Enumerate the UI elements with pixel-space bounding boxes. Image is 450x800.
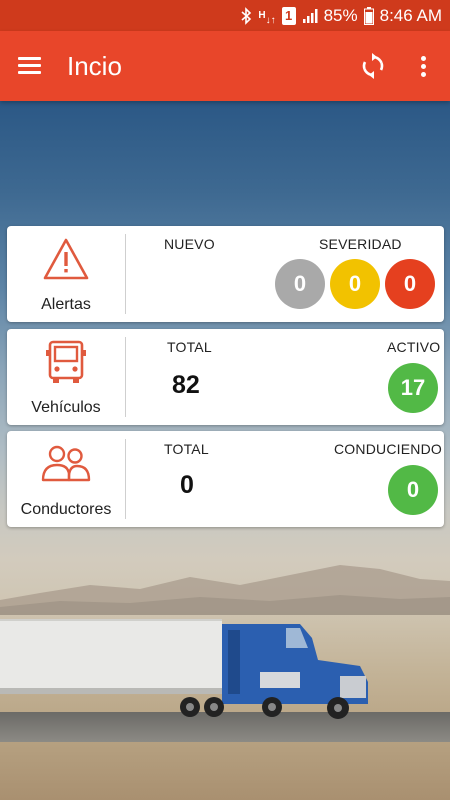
vehicles-card-left: Vehículos bbox=[7, 329, 125, 425]
drivers-total-header: TOTAL bbox=[164, 441, 209, 457]
divider bbox=[125, 234, 126, 314]
vehicles-card[interactable]: Vehículos TOTAL 82 ACTIVO 17 bbox=[7, 329, 444, 425]
drivers-label: Conductores bbox=[20, 501, 112, 518]
new-header: NUEVO bbox=[164, 236, 215, 252]
vehicles-active-header: ACTIVO bbox=[387, 339, 441, 355]
vehicles-total-header: TOTAL bbox=[167, 339, 212, 355]
drivers-driving-header: CONDUCIENDO bbox=[334, 441, 442, 457]
vehicles-total-value: 82 bbox=[172, 371, 200, 399]
divider bbox=[125, 337, 126, 417]
alerts-card-left: Alertas bbox=[7, 226, 125, 322]
refresh-icon[interactable] bbox=[358, 51, 388, 81]
severity-low-badge[interactable]: 0 bbox=[275, 259, 325, 309]
warning-icon bbox=[42, 235, 90, 283]
network-type-icon: H ↓↑ bbox=[258, 10, 276, 26]
severity-header: SEVERIDAD bbox=[319, 236, 402, 252]
bluetooth-icon bbox=[240, 6, 252, 25]
app-bar: Incio bbox=[0, 31, 450, 101]
severity-medium-badge[interactable]: 0 bbox=[330, 259, 380, 309]
drivers-card[interactable]: Conductores TOTAL 0 CONDUCIENDO 0 bbox=[7, 431, 444, 527]
menu-icon[interactable] bbox=[15, 51, 45, 81]
vehicles-active-badge[interactable]: 17 bbox=[388, 363, 438, 413]
battery-icon bbox=[363, 6, 374, 25]
alerts-label: Alertas bbox=[41, 296, 91, 313]
clock: 8:46 AM bbox=[379, 5, 442, 25]
alerts-card[interactable]: Alertas NUEVO SEVERIDAD 0 0 0 bbox=[7, 226, 444, 322]
status-bar: H ↓↑ 1 85% 8:46 AM bbox=[0, 0, 450, 31]
vehicle-icon bbox=[46, 338, 86, 386]
battery-percent: 85% bbox=[323, 5, 358, 25]
sim-icon: 1 bbox=[281, 6, 296, 25]
page-title: Incio bbox=[67, 50, 122, 81]
divider bbox=[125, 439, 126, 519]
severity-high-badge[interactable]: 0 bbox=[385, 259, 435, 309]
truck-illustration bbox=[0, 619, 368, 719]
vehicles-label: Vehículos bbox=[31, 399, 101, 416]
drivers-total-value: 0 bbox=[180, 471, 194, 499]
drivers-driving-badge[interactable]: 0 bbox=[388, 465, 438, 515]
signal-icon bbox=[302, 8, 318, 24]
mountains-silhouette bbox=[0, 565, 450, 615]
drivers-icon bbox=[40, 440, 92, 488]
drivers-card-left: Conductores bbox=[7, 431, 125, 527]
more-options-icon[interactable] bbox=[418, 51, 428, 81]
